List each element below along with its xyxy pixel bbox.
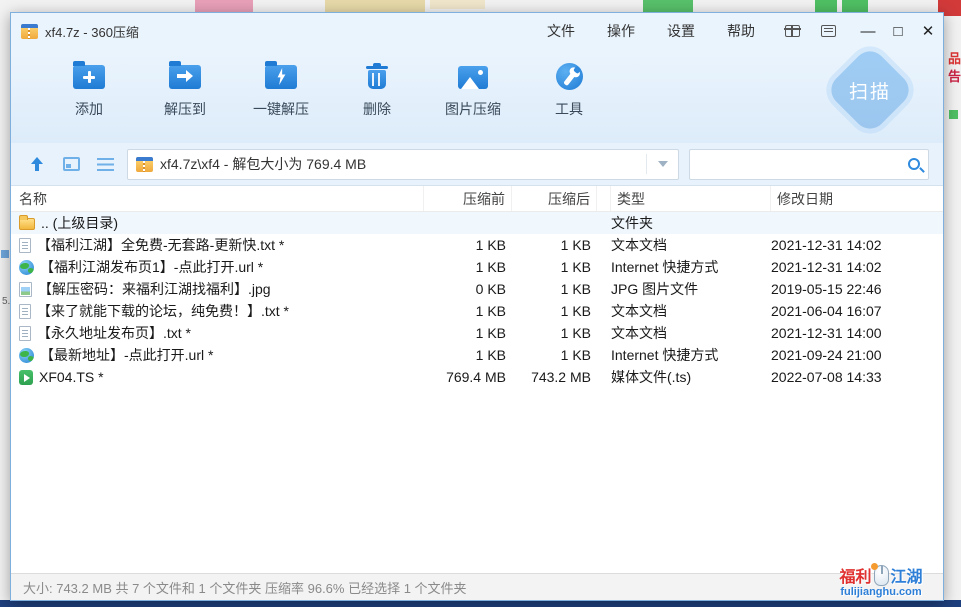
jpg-image-icon: [19, 282, 32, 297]
desktop-fragment: [643, 0, 693, 12]
address-bar: xf4.7z\xf4 - 解包大小为 769.4 MB: [11, 143, 943, 185]
close-button[interactable]: ✕: [913, 16, 943, 46]
table-row[interactable]: 【永久地址发布页】.txt * 1 KB 1 KB 文本文档 2021-12-3…: [11, 322, 943, 344]
tools-wrench-icon: [550, 57, 588, 95]
up-arrow-icon: [30, 157, 44, 171]
column-header-date[interactable]: 修改日期: [771, 186, 943, 211]
watermark-domain: fulijianghu.com: [833, 586, 929, 598]
desktop-fragment: [815, 0, 837, 12]
titlebar[interactable]: xf4.7z - 360压缩 文件 操作 设置 帮助 — □ ✕: [11, 13, 943, 49]
text-file-icon: [19, 238, 31, 253]
table-row[interactable]: 【解压密码：来福利江湖找福利】.jpg 0 KB 1 KB JPG 图片文件 2…: [11, 278, 943, 300]
search-box: [689, 149, 929, 180]
desktop-fragment: [325, 0, 425, 12]
list-header: 名称 压缩前 压缩后 类型 修改日期: [11, 186, 943, 212]
url-shortcut-icon: [19, 260, 34, 275]
column-header-type[interactable]: 类型: [611, 186, 771, 211]
table-row[interactable]: 【福利江湖】全免费-无套路-更新快.txt * 1 KB 1 KB 文本文档 2…: [11, 234, 943, 256]
scan-badge[interactable]: 扫描: [831, 51, 909, 129]
mouse-icon: [874, 565, 889, 586]
feedback-icon: [821, 25, 836, 37]
column-header-size-before[interactable]: 压缩前: [424, 186, 512, 211]
list-view-button[interactable]: [93, 152, 117, 176]
text-file-icon: [19, 304, 31, 319]
menu-help[interactable]: 帮助: [711, 13, 771, 49]
url-shortcut-icon: [19, 348, 34, 363]
current-path: xf4.7z\xf4 - 解包大小为 769.4 MB: [160, 154, 639, 174]
chevron-down-icon[interactable]: [658, 161, 668, 167]
desktop-taskbar-edge: [0, 600, 961, 607]
extract-to-button[interactable]: 解压到: [137, 57, 233, 119]
watermark-brand-left: 福利: [839, 563, 871, 587]
media-file-icon: [19, 370, 33, 385]
table-row[interactable]: XF04.TS * 769.4 MB 743.2 MB 媒体文件(.ts) 20…: [11, 366, 943, 388]
image-compress-button[interactable]: 图片压缩: [425, 57, 521, 119]
column-header-name[interactable]: 名称: [11, 186, 424, 211]
extract-to-icon: [166, 57, 204, 95]
gift-button[interactable]: [777, 18, 807, 44]
desktop-fragment: [842, 0, 868, 12]
combo-separator: [646, 154, 647, 174]
minimize-button[interactable]: —: [853, 16, 883, 46]
watermark-logo: 福利 江湖 fulijianghu.com: [833, 563, 929, 598]
one-click-extract-button[interactable]: 一键解压: [233, 57, 329, 119]
column-spacer: [597, 186, 611, 211]
menu-action[interactable]: 操作: [591, 13, 651, 49]
table-row[interactable]: .. (上级目录) 文件夹: [11, 212, 943, 234]
parent-folder-icon: [19, 218, 35, 230]
desktop-fragment: [1, 250, 9, 258]
menu-file[interactable]: 文件: [531, 13, 591, 49]
one-click-extract-icon: [262, 57, 300, 95]
thumbnail-view-button[interactable]: [59, 152, 83, 176]
desktop-fragment: [949, 110, 958, 119]
list-view-icon: [97, 158, 114, 171]
status-bar: 大小: 743.2 MB 共 7 个文件和 1 个文件夹 压缩率 96.6% 已…: [11, 573, 943, 600]
file-list-panel: 名称 压缩前 压缩后 类型 修改日期 .. (上级目录) 文件夹 【福利江湖】全…: [11, 185, 943, 573]
table-row[interactable]: 【福利江湖发布页1】-点此打开.url * 1 KB 1 KB Internet…: [11, 256, 943, 278]
up-directory-button[interactable]: [25, 152, 49, 176]
menubar: 文件 操作 设置 帮助: [531, 13, 771, 49]
search-input[interactable]: [698, 156, 908, 172]
search-icon[interactable]: [908, 158, 920, 170]
window-controls: — □ ✕: [853, 16, 943, 46]
scan-badge-label: 扫描: [831, 51, 909, 129]
archive-icon: [136, 157, 153, 172]
desktop-fragment: [195, 0, 253, 12]
maximize-button[interactable]: □: [883, 16, 913, 46]
desktop-fragment: [430, 0, 485, 9]
tools-button[interactable]: 工具: [521, 57, 617, 119]
desktop-text-fragment: 告: [948, 66, 961, 85]
thumbnail-view-icon: [63, 157, 80, 171]
gift-icon: [785, 25, 800, 37]
desktop-text-fragment: 品: [948, 48, 961, 67]
table-row[interactable]: 【来了就能下载的论坛，纯免费！】.txt * 1 KB 1 KB 文本文档 20…: [11, 300, 943, 322]
column-header-size-after[interactable]: 压缩后: [512, 186, 597, 211]
menu-settings[interactable]: 设置: [651, 13, 711, 49]
watermark-brand-right: 江湖: [891, 563, 923, 587]
delete-button[interactable]: 删除: [329, 57, 425, 119]
add-archive-icon: [70, 57, 108, 95]
feedback-button[interactable]: [813, 18, 843, 44]
app-icon: [21, 24, 38, 39]
status-text: 大小: 743.2 MB 共 7 个文件和 1 个文件夹 压缩率 96.6% 已…: [23, 578, 467, 597]
delete-trash-icon: [358, 57, 396, 95]
path-combobox[interactable]: xf4.7z\xf4 - 解包大小为 769.4 MB: [127, 149, 679, 180]
table-row[interactable]: 【最新地址】-点此打开.url * 1 KB 1 KB Internet 快捷方…: [11, 344, 943, 366]
image-compress-icon: [454, 57, 492, 95]
toolbar: 添加 解压到 一键解压 删除 图片压缩 工具 扫描: [11, 49, 943, 143]
app-window: xf4.7z - 360压缩 文件 操作 设置 帮助 — □ ✕ 添加 解压到 …: [10, 12, 944, 601]
add-button[interactable]: 添加: [41, 57, 137, 119]
text-file-icon: [19, 326, 31, 341]
window-title: xf4.7z - 360压缩: [45, 22, 139, 41]
